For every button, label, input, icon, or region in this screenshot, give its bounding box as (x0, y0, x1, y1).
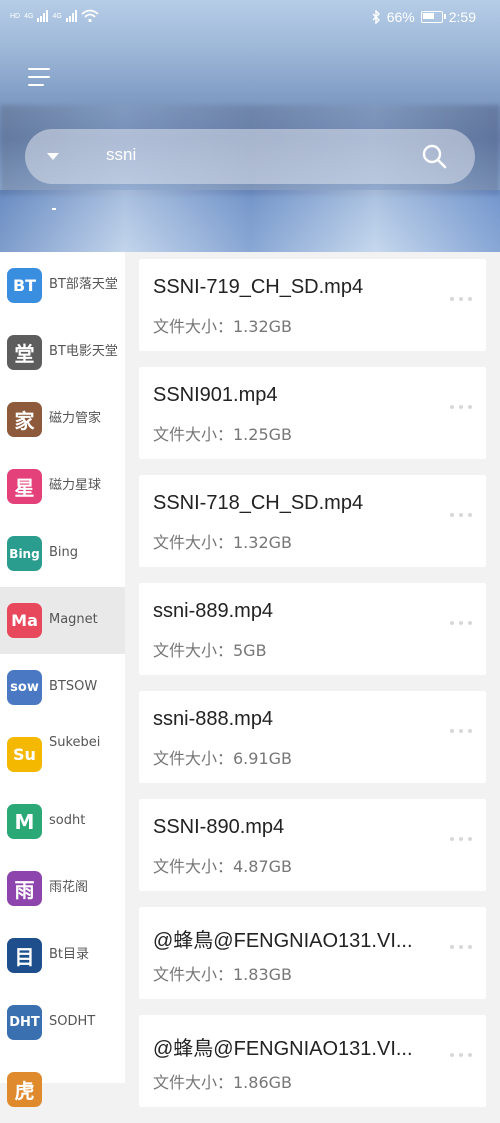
bt-catalog-icon: 目 (7, 938, 42, 973)
signal-icon-2 (65, 10, 77, 22)
sidebar-item-label: BT电影天堂 (49, 344, 118, 359)
clock: 2:59 (448, 9, 476, 25)
signal-icon (37, 10, 49, 22)
more-options-icon[interactable] (450, 513, 472, 517)
sidebar-item[interactable]: 雨雨花阁 (0, 855, 125, 922)
file-name: @蜂鳥@FENGNIAO131.VI... (153, 930, 413, 952)
more-options-icon[interactable] (450, 621, 472, 625)
banner-marker (52, 208, 56, 210)
network-type-1: 4G (24, 12, 34, 20)
file-name: ssni-889.mp4 (153, 600, 274, 622)
sidebar-item[interactable]: Su Sukebei (0, 721, 125, 788)
btsow-icon: sow (7, 670, 42, 705)
sidebar-item[interactable]: 家磁力管家 (0, 386, 125, 453)
sidebar-item-label: BT部落天堂 (49, 277, 118, 292)
sidebar-item-label: Bt目录 (49, 947, 90, 962)
more-options-icon[interactable] (450, 729, 472, 733)
file-name: @蜂鳥@FENGNIAO131.VI... (153, 1038, 413, 1060)
sidebar-item[interactable]: BT BT部落天堂 (0, 252, 125, 319)
bt-movie-icon: 堂 (7, 335, 42, 370)
network-type-2: 4G (52, 12, 62, 20)
search-icon[interactable] (421, 143, 447, 169)
sidebar-item-label: 磁力管家 (49, 411, 102, 426)
search-input[interactable]: ssni (106, 145, 136, 165)
file-name: SSNI-718_CH_SD.mp4 (153, 492, 364, 514)
sidebar-item[interactable]: 堂 BT电影天堂 (0, 319, 125, 386)
bt-tribe-icon: BT (7, 268, 42, 303)
more-options-icon[interactable] (450, 297, 472, 301)
sidebar-item[interactable]: Msodht (0, 788, 125, 855)
result-card[interactable]: @蜂鳥@FENGNIAO131.VI... 文件大小：1.86GB (139, 1015, 486, 1107)
file-size: 文件大小：5GB (153, 641, 267, 660)
magnet-icon: Ma (7, 603, 42, 638)
sidebar-item-label: 磁力星球 (49, 478, 102, 493)
sidebar-item[interactable]: Bing Bing (0, 520, 125, 587)
file-name: SSNI901.mp4 (153, 384, 278, 406)
sidebar-item-label: Magnet (49, 612, 98, 627)
more-options-icon[interactable] (450, 1053, 472, 1057)
more-options-icon[interactable] (450, 945, 472, 949)
magnet-butler-icon: 家 (7, 402, 42, 437)
result-card[interactable]: SSNI-890.mp4 文件大小：4.87GB (139, 799, 486, 891)
file-size: 文件大小：1.83GB (153, 965, 293, 984)
battery-percent: 66% (386, 9, 415, 25)
hd-indicator: HD (10, 12, 21, 20)
more-options-icon[interactable] (450, 405, 472, 409)
menu-icon[interactable] (28, 68, 50, 90)
file-size: 文件大小：1.32GB (153, 533, 293, 552)
banner-blur-band-bottom (0, 190, 500, 252)
sidebar-item[interactable]: Ma Magnet (0, 587, 125, 654)
sidebar-item[interactable]: DHT SODHT (0, 989, 125, 1056)
sodht-icon: M (7, 804, 42, 839)
file-name: SSNI-890.mp4 (153, 816, 285, 838)
yuhuage-icon: 雨 (7, 871, 42, 906)
result-card[interactable]: SSNI901.mp4 文件大小：1.25GB (139, 367, 486, 459)
source-sidebar: BT BT部落天堂堂 BT电影天堂家磁力管家星磁力星球 Bing Bing Ma Magne… (0, 252, 125, 1107)
search-engine-dropdown-icon[interactable] (47, 153, 59, 160)
result-card[interactable]: SSNI-718_CH_SD.mp4 文件大小：1.32GB (139, 475, 486, 567)
battery-icon (420, 11, 446, 23)
file-size: 文件大小：1.32GB (153, 317, 293, 336)
sidebar-item[interactable]: 星磁力星球 (0, 453, 125, 520)
sidebar-item-label: BTSOW (49, 679, 98, 694)
result-card[interactable]: ssni-888.mp4 文件大小：6.91GB (139, 691, 486, 783)
sidebar-item-label: sodht (49, 813, 86, 828)
bing-icon: Bing (7, 536, 42, 571)
file-size: 文件大小：1.25GB (153, 425, 293, 444)
sidebar-item-label: SODHT (49, 1014, 96, 1029)
sidebar-item-label: 雨花阁 (49, 880, 89, 895)
partial-icon: 虎 (7, 1072, 42, 1107)
sukebei-icon: Su (7, 737, 42, 772)
magnet-planet-icon: 星 (7, 469, 42, 504)
file-size: 文件大小：6.91GB (153, 749, 293, 768)
search-bar[interactable]: ssni (25, 129, 475, 184)
file-size: 文件大小：1.86GB (153, 1073, 293, 1092)
sidebar-item[interactable]: 目 Bt目录 (0, 922, 125, 989)
result-card[interactable]: SSNI-719_CH_SD.mp4 文件大小：1.32GB (139, 259, 486, 351)
header-banner: HD 4G 4G 66% 2:59 ssni (0, 0, 500, 252)
result-card[interactable]: @蜂鳥@FENGNIAO131.VI... 文件大小：1.83GB (139, 907, 486, 999)
sidebar-item[interactable]: sow BTSOW (0, 654, 125, 721)
sodht-dht-icon: DHT (7, 1005, 42, 1040)
more-options-icon[interactable] (450, 837, 472, 841)
file-name: SSNI-719_CH_SD.mp4 (153, 276, 364, 298)
file-name: ssni-888.mp4 (153, 708, 274, 730)
file-size: 文件大小：4.87GB (153, 857, 293, 876)
result-card[interactable]: ssni-889.mp4 文件大小：5GB (139, 583, 486, 675)
status-bar: HD 4G 4G 66% 2:59 (0, 0, 500, 36)
sidebar-item-label: Sukebei (49, 735, 101, 750)
sidebar-item[interactable]: 虎 (0, 1056, 125, 1123)
bluetooth-icon (372, 10, 380, 24)
sidebar-item-label: Bing (49, 545, 79, 560)
wifi-icon (81, 9, 99, 23)
